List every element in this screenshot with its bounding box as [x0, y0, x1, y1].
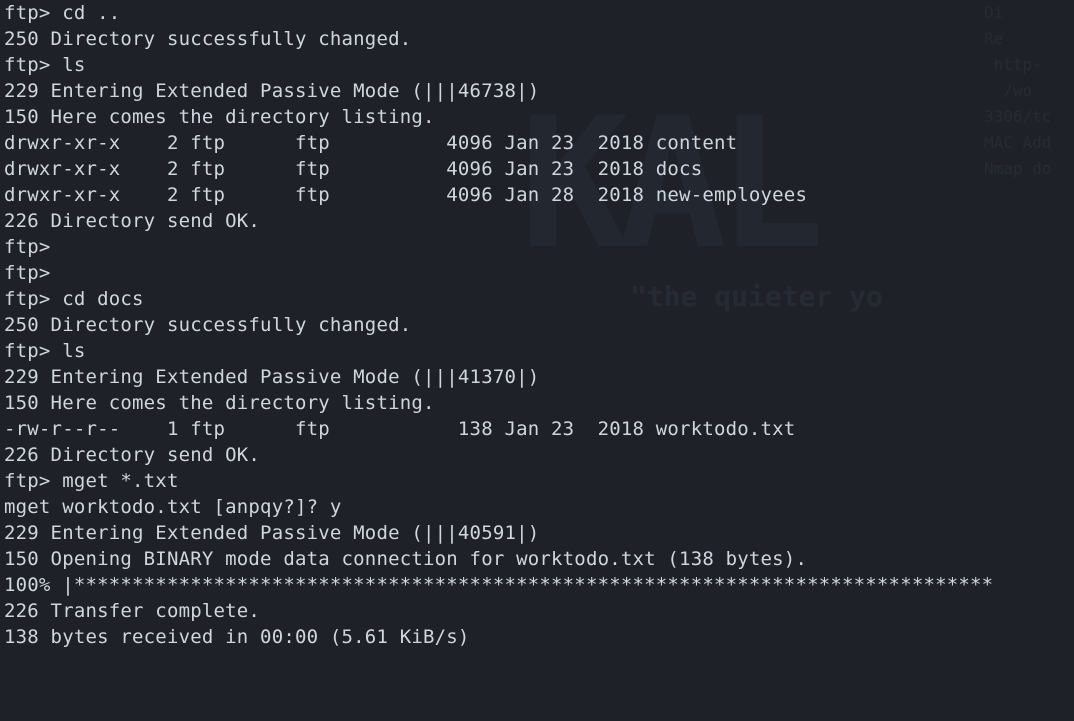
- terminal-line: ftp> cd ..: [4, 0, 1070, 26]
- terminal-line: -rw-r--r-- 1 ftp ftp 138 Jan 23 2018 wor…: [4, 416, 1070, 442]
- terminal-window[interactable]: ftp> cd ..250 Directory successfully cha…: [0, 0, 1074, 721]
- terminal-line: drwxr-xr-x 2 ftp ftp 4096 Jan 23 2018 do…: [4, 156, 1070, 182]
- terminal-line: 226 Directory send OK.: [4, 442, 1070, 468]
- terminal-line: 150 Here comes the directory listing.: [4, 390, 1070, 416]
- terminal-line: 138 bytes received in 00:00 (5.61 KiB/s): [4, 624, 1070, 650]
- terminal-line: 229 Entering Extended Passive Mode (|||4…: [4, 520, 1070, 546]
- terminal-line: mget worktodo.txt [anpqy?]? y: [4, 494, 1070, 520]
- terminal-line: ftp>: [4, 260, 1070, 286]
- terminal-line: 150 Opening BINARY mode data connection …: [4, 546, 1070, 572]
- terminal-line: 250 Directory successfully changed.: [4, 26, 1070, 52]
- terminal-line: ftp>: [4, 234, 1070, 260]
- terminal-line: 150 Here comes the directory listing.: [4, 104, 1070, 130]
- terminal-line: 229 Entering Extended Passive Mode (|||4…: [4, 364, 1070, 390]
- terminal-line: 226 Directory send OK.: [4, 208, 1070, 234]
- terminal-line: drwxr-xr-x 2 ftp ftp 4096 Jan 28 2018 ne…: [4, 182, 1070, 208]
- terminal-line: drwxr-xr-x 2 ftp ftp 4096 Jan 23 2018 co…: [4, 130, 1070, 156]
- terminal-line: ftp> mget *.txt: [4, 468, 1070, 494]
- terminal-line: ftp> cd docs: [4, 286, 1070, 312]
- terminal-line: ftp> ls: [4, 52, 1070, 78]
- terminal-line: 250 Directory successfully changed.: [4, 312, 1070, 338]
- terminal-line: ftp> ls: [4, 338, 1070, 364]
- terminal-line: 229 Entering Extended Passive Mode (|||4…: [4, 78, 1070, 104]
- terminal-line: 100% |**********************************…: [4, 572, 1070, 598]
- terminal-line: 226 Transfer complete.: [4, 598, 1070, 624]
